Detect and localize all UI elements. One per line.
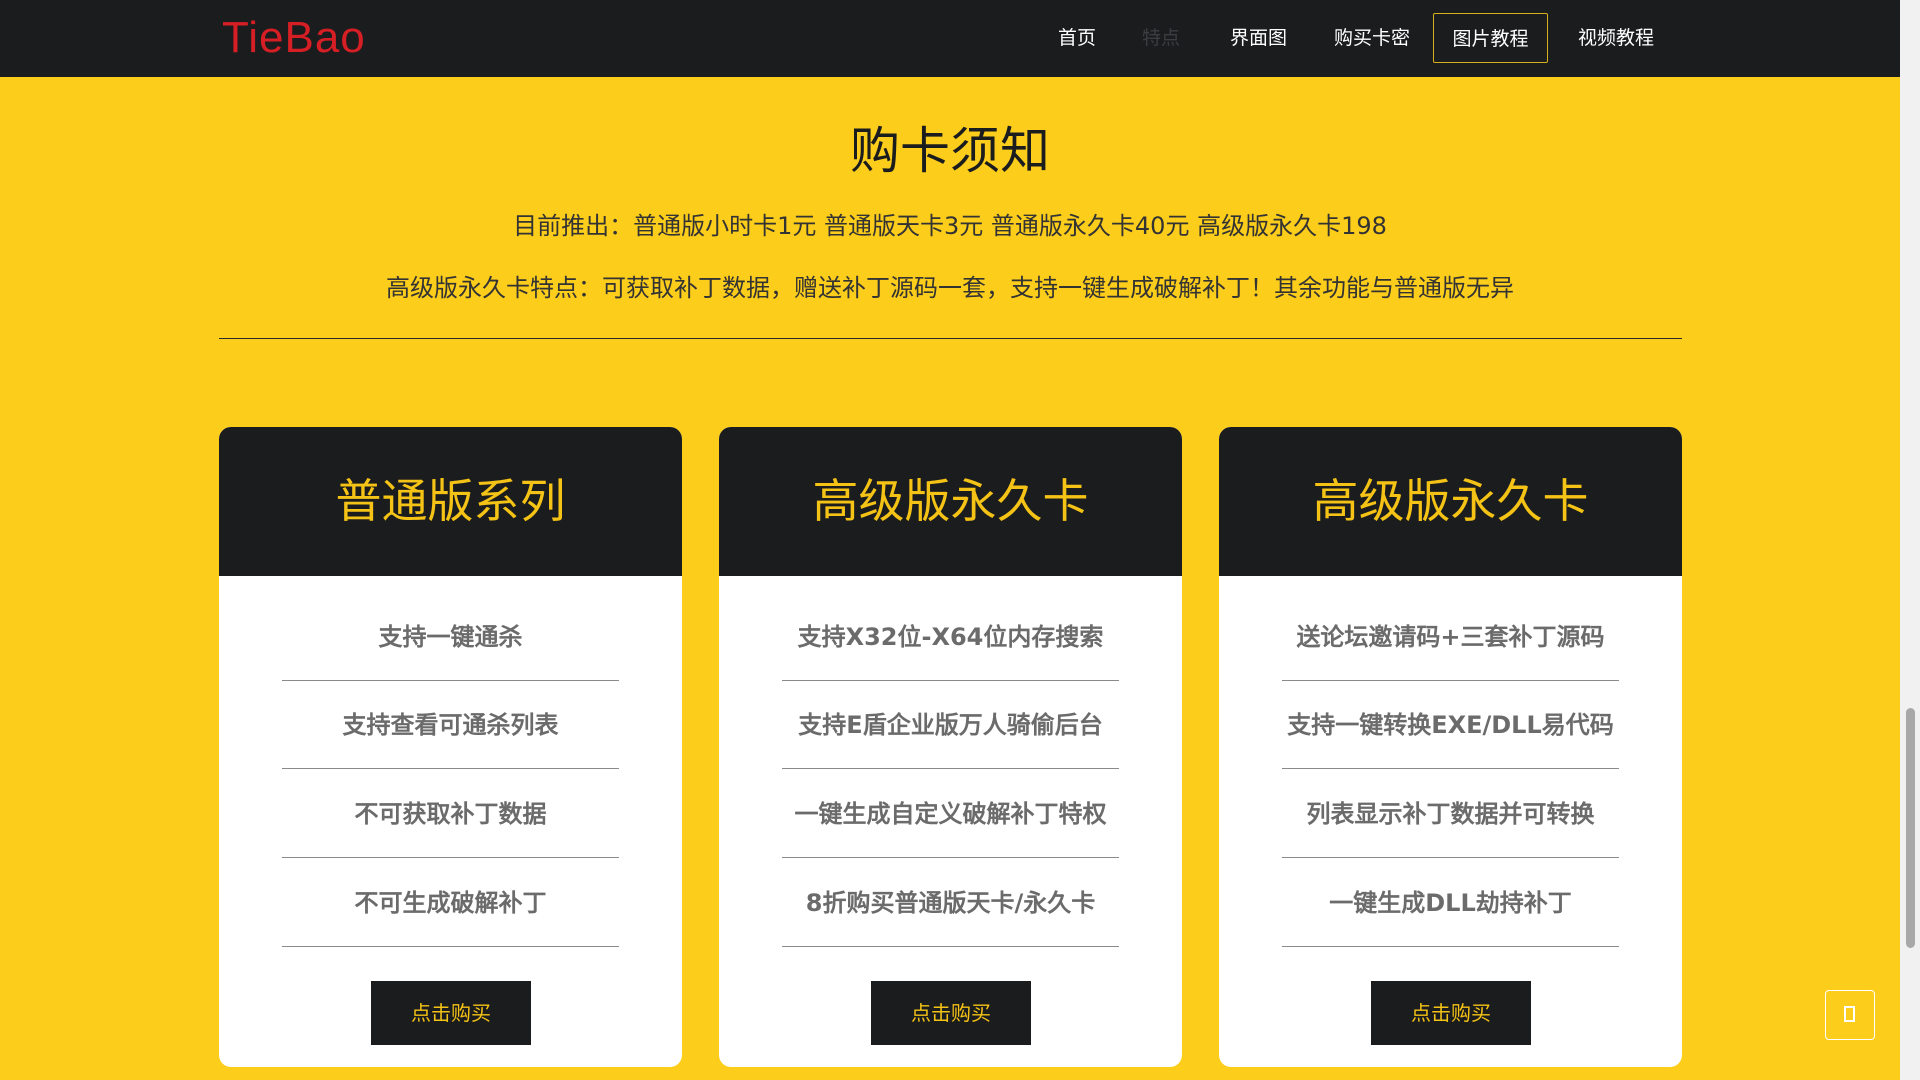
nav-item-buy-card[interactable]: 购买卡密 bbox=[1316, 13, 1428, 63]
back-to-top-icon bbox=[1844, 1006, 1855, 1022]
section-divider bbox=[219, 338, 1682, 339]
nav-item-features[interactable]: 特点 bbox=[1124, 13, 1198, 63]
feature-item: 不可获取补丁数据 bbox=[282, 770, 619, 858]
feature-item: 支持E盾企业版万人骑偷后台 bbox=[782, 681, 1119, 769]
price-notice: 目前推出：普通版小时卡1元 普通版天卡3元 普通版永久卡40元 高级版永久卡19… bbox=[513, 212, 1387, 240]
premium-notice: 高级版永久卡特点：可获取补丁数据，赠送补丁源码一套，支持一键生成破解补丁！其余功… bbox=[386, 274, 1514, 302]
nav-item-home[interactable]: 首页 bbox=[1040, 13, 1114, 63]
nav-item-screenshots[interactable]: 界面图 bbox=[1212, 13, 1305, 63]
feature-item: 列表显示补丁数据并可转换 bbox=[1282, 770, 1619, 858]
pricing-card-premium: 高级版永久卡 支持X32位-X64位内存搜索 支持E盾企业版万人骑偷后台 一键生… bbox=[719, 427, 1182, 1067]
feature-item: 8折购买普通版天卡/永久卡 bbox=[782, 859, 1119, 947]
scrollbar-thumb[interactable] bbox=[1906, 708, 1915, 948]
top-navbar: TieBao 首页 特点 界面图 购买卡密 图片教程 视频教程 bbox=[0, 0, 1900, 77]
back-to-top-button[interactable] bbox=[1825, 990, 1875, 1040]
nav-item-image-tutorial[interactable]: 图片教程 bbox=[1433, 13, 1548, 63]
buy-button[interactable]: 点击购买 bbox=[371, 981, 531, 1045]
card-title: 高级版永久卡 bbox=[1219, 427, 1682, 576]
feature-item: 支持一键通杀 bbox=[282, 593, 619, 681]
nav-item-video-tutorial[interactable]: 视频教程 bbox=[1560, 13, 1672, 63]
feature-item: 支持X32位-X64位内存搜索 bbox=[782, 593, 1119, 681]
feature-item: 送论坛邀请码+三套补丁源码 bbox=[1282, 593, 1619, 681]
pricing-card-standard: 普通版系列 支持一键通杀 支持查看可通杀列表 不可获取补丁数据 不可生成破解补丁… bbox=[219, 427, 682, 1067]
feature-item: 支持查看可通杀列表 bbox=[282, 681, 619, 769]
feature-item: 一键生成DLL劫持补丁 bbox=[1282, 859, 1619, 947]
feature-item: 一键生成自定义破解补丁特权 bbox=[782, 770, 1119, 858]
pricing-card-premium-bundle: 高级版永久卡 送论坛邀请码+三套补丁源码 支持一键转换EXE/DLL易代码 列表… bbox=[1219, 427, 1682, 1067]
feature-item: 不可生成破解补丁 bbox=[282, 859, 619, 947]
section-title: 购卡须知 bbox=[850, 122, 1050, 180]
card-title: 普通版系列 bbox=[219, 427, 682, 576]
site-logo[interactable]: TieBao bbox=[222, 12, 366, 64]
feature-item: 支持一键转换EXE/DLL易代码 bbox=[1282, 681, 1619, 769]
buy-button[interactable]: 点击购买 bbox=[871, 981, 1031, 1045]
buy-button[interactable]: 点击购买 bbox=[1371, 981, 1531, 1045]
card-title: 高级版永久卡 bbox=[719, 427, 1182, 576]
